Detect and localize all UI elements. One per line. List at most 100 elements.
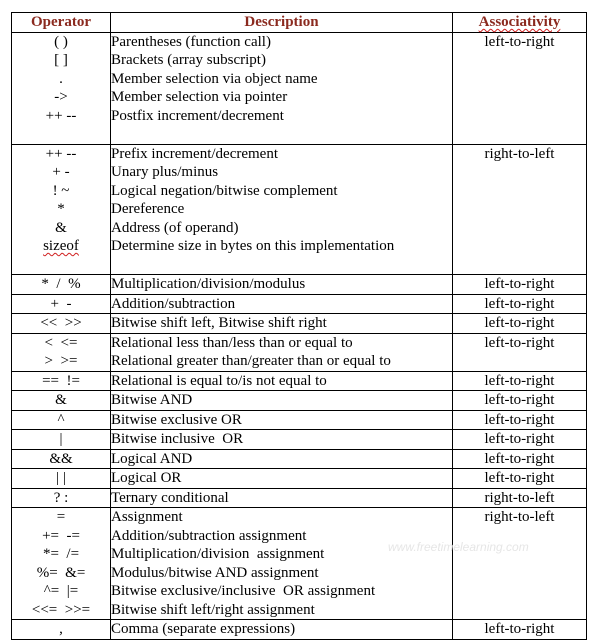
operator-symbol: | (59, 431, 63, 447)
operator-symbol: << >> (40, 315, 82, 331)
description-text: Dereference (111, 201, 185, 217)
description-text: Prefix increment/decrement (111, 145, 279, 162)
associativity-text: left-to-right (484, 315, 555, 331)
description-text: Relational is equal to/is not equal to (111, 372, 327, 389)
table-row: ? : Ternary conditional right-to-left (11, 487, 587, 508)
description-cell: Parentheses (function call) Brackets (arr… (110, 31, 453, 145)
table-row: && Logical AND left-to-right (11, 448, 587, 469)
associativity-text: right-to-left (484, 489, 555, 506)
operator-symbol: <<= >>= (31, 601, 91, 618)
table-row: = += -= *= /= %= &= ^= |= <<= >>= Assignment Ad… (11, 507, 587, 620)
operator-symbol: | | (56, 470, 66, 486)
description-text: Address (of operand) (111, 219, 239, 236)
operator-cell: & (11, 390, 111, 411)
table-row: | | Logical OR left-to-right (11, 468, 587, 489)
description-cell: Relational is equal to/is not equal to (110, 370, 453, 391)
description-text: Member selection via object name (111, 70, 318, 87)
description-text: Modulus/bitwise AND assignment (111, 564, 319, 581)
operator-symbol: sizeof (12, 237, 110, 256)
description-cell: Comma (separate expressions) (110, 619, 453, 640)
description-cell: Multiplication/division/modulus (110, 274, 453, 295)
operator-symbol: ^= |= (43, 583, 79, 599)
associativity-text: right-to-left (484, 509, 555, 525)
operator-cell: = += -= *= /= %= &= ^= |= <<= >>= (11, 507, 111, 620)
description-text: Unary plus/minus (111, 164, 219, 180)
associativity-cell: left-to-right (452, 332, 587, 372)
description-cell: Assignment Addition/subtraction assignmen… (110, 507, 453, 620)
operator-cell: | | (11, 468, 111, 489)
description-cell: Bitwise inclusive OR (110, 429, 453, 450)
description-text: Bitwise exclusive/inclusive OR assignmen… (111, 583, 376, 599)
operator-symbol: * (57, 201, 65, 217)
associativity-text: left-to-right (484, 372, 555, 389)
operator-symbol: ( ) (54, 33, 68, 50)
description-cell: Prefix increment/decrement Unary plus/min… (110, 143, 453, 275)
associativity-cell: left-to-right (452, 390, 587, 411)
header-operator: Operator (11, 12, 111, 33)
operator-symbol: + - (52, 164, 70, 180)
description-text: Relational greater than/greater than or … (111, 353, 391, 369)
associativity-cell: right-to-left (452, 507, 587, 620)
description-text: Comma (separate expressions) (111, 621, 296, 637)
associativity-cell: left-to-right (452, 313, 587, 334)
operator-symbol: && (49, 450, 73, 467)
operator-cell: < <= > >= (11, 332, 111, 372)
operator-symbol: += -= (42, 527, 80, 544)
description-cell: Addition/subtraction (110, 293, 453, 314)
associativity-text: right-to-left (484, 145, 555, 162)
associativity-text: left-to-right (484, 431, 555, 447)
description-text: Assignment (111, 509, 183, 525)
operator-symbol: & (55, 219, 67, 236)
associativity-cell: right-to-left (452, 487, 587, 508)
operator-symbol: == != (42, 372, 80, 389)
table-row: ( ) [ ]. -> ++ -- Parentheses (function call… (11, 31, 587, 145)
associativity-text: left-to-right (484, 33, 555, 50)
operator-symbol: & (55, 392, 67, 408)
description-text: Determine size in bytes on this implemen… (111, 238, 395, 254)
description-cell: Relational less than/less than or equal … (110, 332, 453, 372)
description-text: Addition/subtraction (111, 295, 236, 312)
operator-symbol: ! ~ (52, 182, 70, 199)
table-row: , Comma (separate expressions) left-to-rig… (11, 619, 587, 640)
description-text: Bitwise inclusive OR (111, 431, 244, 447)
description-text: Relational less than/less than or equal … (111, 334, 353, 351)
operator-symbol: ++ -- (45, 107, 77, 124)
table-body: ( ) [ ]. -> ++ -- Parentheses (function call… (11, 31, 587, 640)
description-text: Addition/subtraction assignment (111, 527, 307, 544)
associativity-cell: left-to-right (452, 274, 587, 295)
operator-symbol: %= &= (36, 564, 86, 581)
associativity-text: left-to-right (484, 621, 555, 637)
associativity-cell: left-to-right (452, 409, 587, 430)
description-text: Logical AND (111, 450, 193, 467)
operator-symbol: = (56, 509, 66, 525)
operator-symbol: . (59, 70, 63, 87)
table-row: * / % Multiplication/division/modulus left… (11, 274, 587, 295)
description-cell: Bitwise exclusive OR (110, 409, 453, 430)
operator-symbol: ? : (53, 489, 69, 506)
operator-symbol: > >= (44, 353, 78, 369)
operator-cell: ++ -- + - ! ~ * & sizeof (11, 143, 111, 275)
description-cell: Logical AND (110, 448, 453, 469)
header-row: Operator Description Associativity (11, 12, 587, 33)
operator-precedence-table: Operator Description Associativity ( ) [ … (11, 12, 587, 640)
description-text: Postfix increment/decrement (111, 107, 284, 124)
associativity-cell: left-to-right (452, 31, 587, 145)
table-row: == != Relational is equal to/is not equal… (11, 370, 587, 391)
operator-cell: | (11, 429, 111, 450)
associativity-text: left-to-right (484, 334, 555, 351)
operator-cell: + - (11, 293, 111, 314)
operator-symbol: + - (50, 295, 72, 312)
associativity-cell: left-to-right (452, 370, 587, 391)
associativity-cell: left-to-right (452, 448, 587, 469)
operator-cell: == != (11, 370, 111, 391)
operator-cell: ( ) [ ]. -> ++ -- (11, 31, 111, 145)
operator-symbol: *= /= (42, 546, 80, 562)
table-row: + - Addition/subtraction left-to-right (11, 293, 587, 314)
associativity-cell: left-to-right (452, 429, 587, 450)
table-row: ^ Bitwise exclusive OR left-to-right (11, 409, 587, 430)
description-text: Logical negation/bitwise complement (111, 182, 338, 199)
table-row: << >> Bitwise shift left, Bitwise shift r… (11, 313, 587, 334)
description-text: Bitwise AND (111, 392, 193, 408)
